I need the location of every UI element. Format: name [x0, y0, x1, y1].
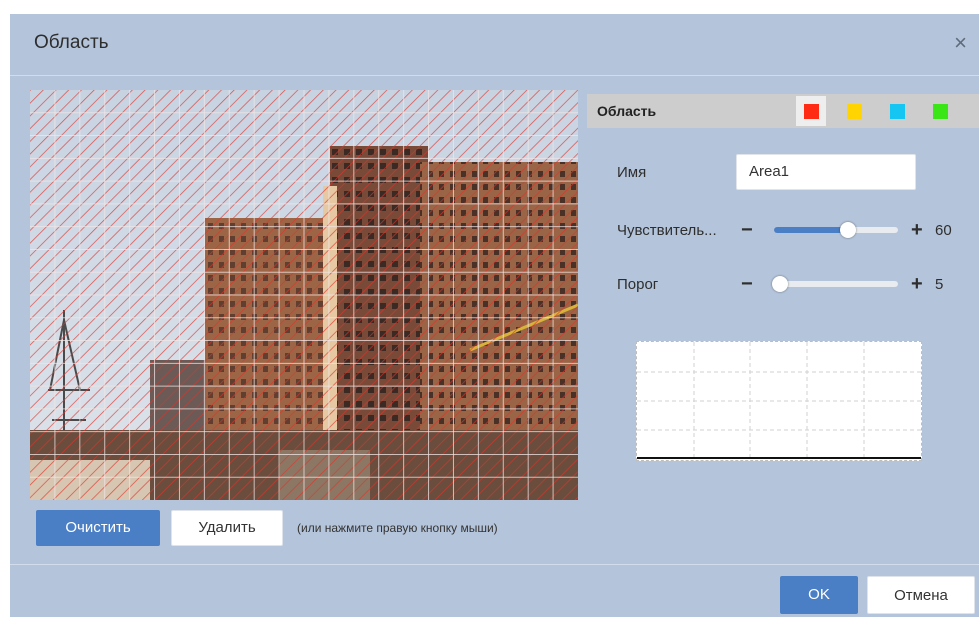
sensitivity-value: 60 [935, 222, 952, 239]
camera-preview[interactable] [30, 90, 578, 500]
sensitivity-slider-fill [774, 227, 849, 233]
ok-button[interactable]: OK [780, 576, 858, 614]
area-header-label: Область [597, 103, 657, 119]
motion-graph-canvas [637, 342, 921, 460]
camera-preview-image[interactable] [30, 90, 578, 500]
close-icon[interactable]: × [954, 32, 967, 54]
clear-button[interactable]: Очистить [36, 510, 160, 546]
sensitivity-slider-handle[interactable] [840, 222, 857, 238]
motion-graph [636, 341, 922, 461]
dialog-title: Область [34, 32, 109, 53]
threshold-slider[interactable] [772, 276, 898, 292]
name-label: Имя [617, 164, 647, 181]
color-swatch-red-fill [804, 104, 819, 119]
color-swatch-cyan[interactable] [882, 96, 912, 126]
sensitivity-plus-button[interactable]: + [911, 220, 923, 240]
area-dialog: Область × Очистить Удалить (или нажмите … [10, 14, 979, 617]
sensitivity-slider[interactable] [774, 222, 898, 238]
footer-divider [10, 564, 979, 565]
delete-hint: (или нажмите правую кнопку мыши) [297, 521, 498, 535]
color-swatch-green[interactable] [925, 96, 955, 126]
delete-button[interactable]: Удалить [171, 510, 283, 546]
threshold-minus-button[interactable]: − [741, 274, 753, 294]
threshold-label: Порог [617, 276, 659, 293]
color-swatch-yellow[interactable] [839, 96, 869, 126]
color-swatch-green-fill [933, 104, 948, 119]
threshold-slider-handle[interactable] [772, 276, 789, 292]
dialog-titlebar: Область × [10, 14, 979, 76]
name-field[interactable]: Area1 [736, 154, 916, 190]
sensitivity-minus-button[interactable]: − [741, 220, 753, 240]
area-header: Область [587, 94, 979, 128]
color-swatch-red[interactable] [796, 96, 826, 126]
sensitivity-label: Чувствитель... [617, 222, 717, 239]
cancel-button[interactable]: Отмена [867, 576, 975, 614]
color-swatch-yellow-fill [847, 104, 862, 119]
color-swatch-cyan-fill [890, 104, 905, 119]
threshold-plus-button[interactable]: + [911, 274, 923, 294]
threshold-value: 5 [935, 276, 944, 293]
